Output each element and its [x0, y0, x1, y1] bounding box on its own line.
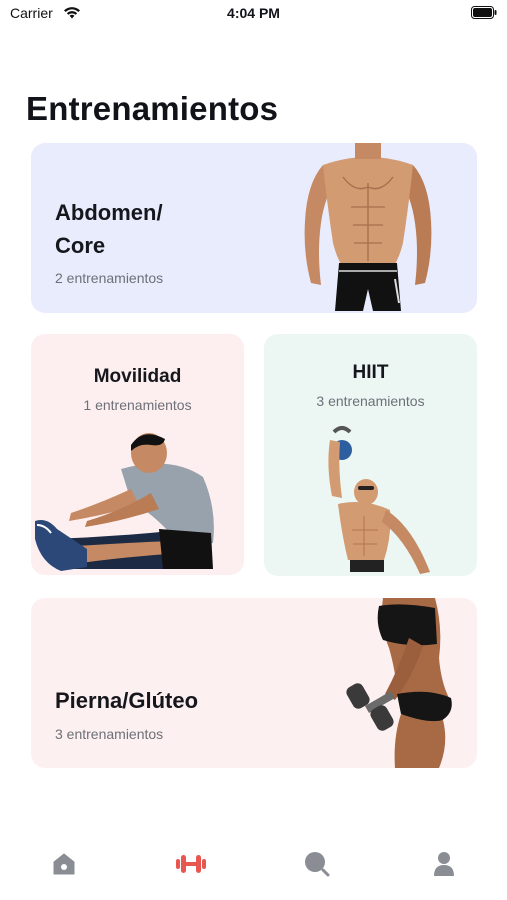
page-title: Entrenamientos [26, 90, 279, 127]
abdomen-athlete-photo [304, 143, 432, 311]
card-subtitle: 2 entrenamientos [55, 270, 164, 286]
dumbbell-woman-photo [346, 598, 452, 768]
card-title: Movilidad [93, 366, 182, 387]
home-icon [53, 853, 75, 875]
category-card-abdomen-core[interactable]: Abdomen/ Core 2 entrenamientos [31, 143, 477, 313]
kettlebell-man-photo [328, 426, 430, 574]
tab-profile[interactable] [424, 848, 464, 880]
category-card-movilidad[interactable]: Movilidad 1 entrenamientos [31, 334, 244, 575]
stretching-man-photo [35, 433, 214, 571]
profile-icon [434, 852, 454, 876]
tab-search[interactable] [297, 848, 337, 880]
dumbbell-icon [176, 855, 206, 873]
tab-workouts[interactable] [171, 848, 211, 880]
card-title: Pierna/Glúteo [55, 688, 199, 713]
category-card-hiit[interactable]: HIIT 3 entrenamientos [264, 334, 477, 576]
card-title: Abdomen/ Core [55, 200, 163, 258]
card-subtitle: 1 entrenamientos [83, 397, 192, 413]
status-bar: Carrier 4:04 PM [0, 0, 507, 28]
category-card-pierna-gluteo[interactable]: Pierna/Glúteo 3 entrenamientos [31, 598, 477, 768]
battery-icon [471, 6, 497, 19]
card-subtitle: 3 entrenamientos [55, 726, 164, 742]
search-icon [305, 852, 330, 877]
tab-bar [0, 830, 507, 900]
card-subtitle: 3 entrenamientos [316, 393, 425, 409]
card-title: HIIT [352, 362, 389, 383]
status-time: 4:04 PM [227, 5, 280, 21]
tab-home[interactable] [44, 848, 84, 880]
